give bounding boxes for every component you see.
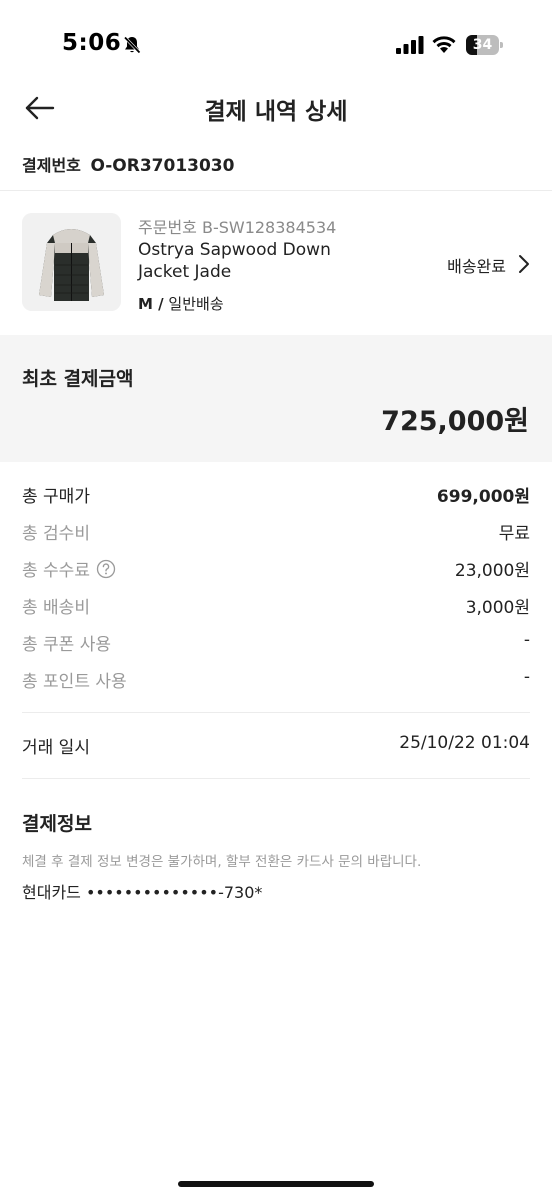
status-bar: 5:06 34 [0, 0, 552, 92]
coupon-value: - [523, 630, 530, 650]
status-time: 5:06 [62, 30, 122, 56]
initial-payment-amount: 725,000원 [381, 406, 529, 437]
inspection-fee-value: 무료 [498, 524, 530, 544]
transaction-date-label: 거래 일시 [22, 738, 90, 758]
product-name: Ostrya Sapwood Down Jacket Jade [138, 240, 331, 282]
points-label: 총 포인트 사용 [22, 672, 127, 692]
payment-info-notice: 체결 후 결제 정보 변경은 불가하며, 할부 전환은 카드사 문의 바랍니다. [22, 854, 422, 870]
cellular-signal-icon [396, 36, 424, 54]
coupon-label: 총 쿠폰 사용 [22, 635, 112, 655]
divider [0, 190, 552, 191]
page-title: 결제 내역 상세 [204, 99, 348, 125]
order-number: 주문번호 B-SW128384534 [138, 218, 337, 237]
down-jacket-image [22, 213, 121, 311]
service-fee-value: 23,000원 [454, 561, 530, 581]
service-fee-label-group: 총 수수료 [22, 556, 116, 581]
total-purchase-row: 총 구매가 699,000원 [22, 482, 530, 508]
points-row: 총 포인트 사용 - [22, 667, 530, 693]
transaction-date-value: 25/10/22 01:04 [399, 733, 530, 753]
shipping-fee-value: 3,000원 [465, 598, 530, 618]
payment-number: 결제번호 O-OR37013030 [22, 152, 234, 176]
service-fee-label: 총 수수료 [22, 561, 90, 581]
help-icon[interactable] [96, 559, 116, 579]
coupon-row: 총 쿠폰 사용 - [22, 630, 530, 656]
product-image [22, 213, 121, 311]
payment-number-label: 결제번호 [22, 156, 81, 175]
wifi-icon [432, 36, 456, 53]
points-value: - [523, 667, 530, 687]
payment-card-info: 현대카드 ••••••••••••••-730* [22, 883, 263, 902]
nav-header: 결제 내역 상세 [0, 80, 552, 138]
divider [22, 712, 530, 713]
initial-payment-section: 최초 결제금액 725,000원 [0, 335, 552, 462]
inspection-fee-row: 총 검수비 무료 [22, 519, 530, 545]
shipping-fee-row: 총 배송비 3,000원 [22, 593, 530, 619]
delivery-status: 배송완료 [447, 257, 506, 276]
chevron-right-icon [519, 255, 529, 273]
total-purchase-label: 총 구매가 [22, 487, 90, 507]
product-shipping-type: 일반배송 [168, 295, 224, 313]
transaction-date-row: 거래 일시 25/10/22 01:04 [22, 733, 530, 759]
total-purchase-value: 699,000원 [436, 487, 530, 507]
home-indicator [178, 1181, 374, 1187]
bell-off-icon [123, 36, 141, 54]
product-order-item[interactable]: 주문번호 B-SW128384534 Ostrya Sapwood Down J… [0, 192, 552, 334]
battery-indicator: 34 [466, 35, 503, 55]
service-fee-row: 총 수수료 23,000원 [22, 556, 530, 582]
payment-info-title: 결제정보 [22, 813, 92, 835]
divider [22, 778, 530, 779]
initial-payment-label: 최초 결제금액 [22, 368, 134, 390]
battery-level: 34 [472, 37, 493, 53]
inspection-fee-label: 총 검수비 [22, 524, 90, 544]
payment-number-value: O-OR37013030 [90, 156, 235, 176]
product-option: M / 일반배송 [138, 293, 224, 314]
shipping-fee-label: 총 배송비 [22, 598, 90, 618]
product-size: M / [138, 295, 164, 313]
